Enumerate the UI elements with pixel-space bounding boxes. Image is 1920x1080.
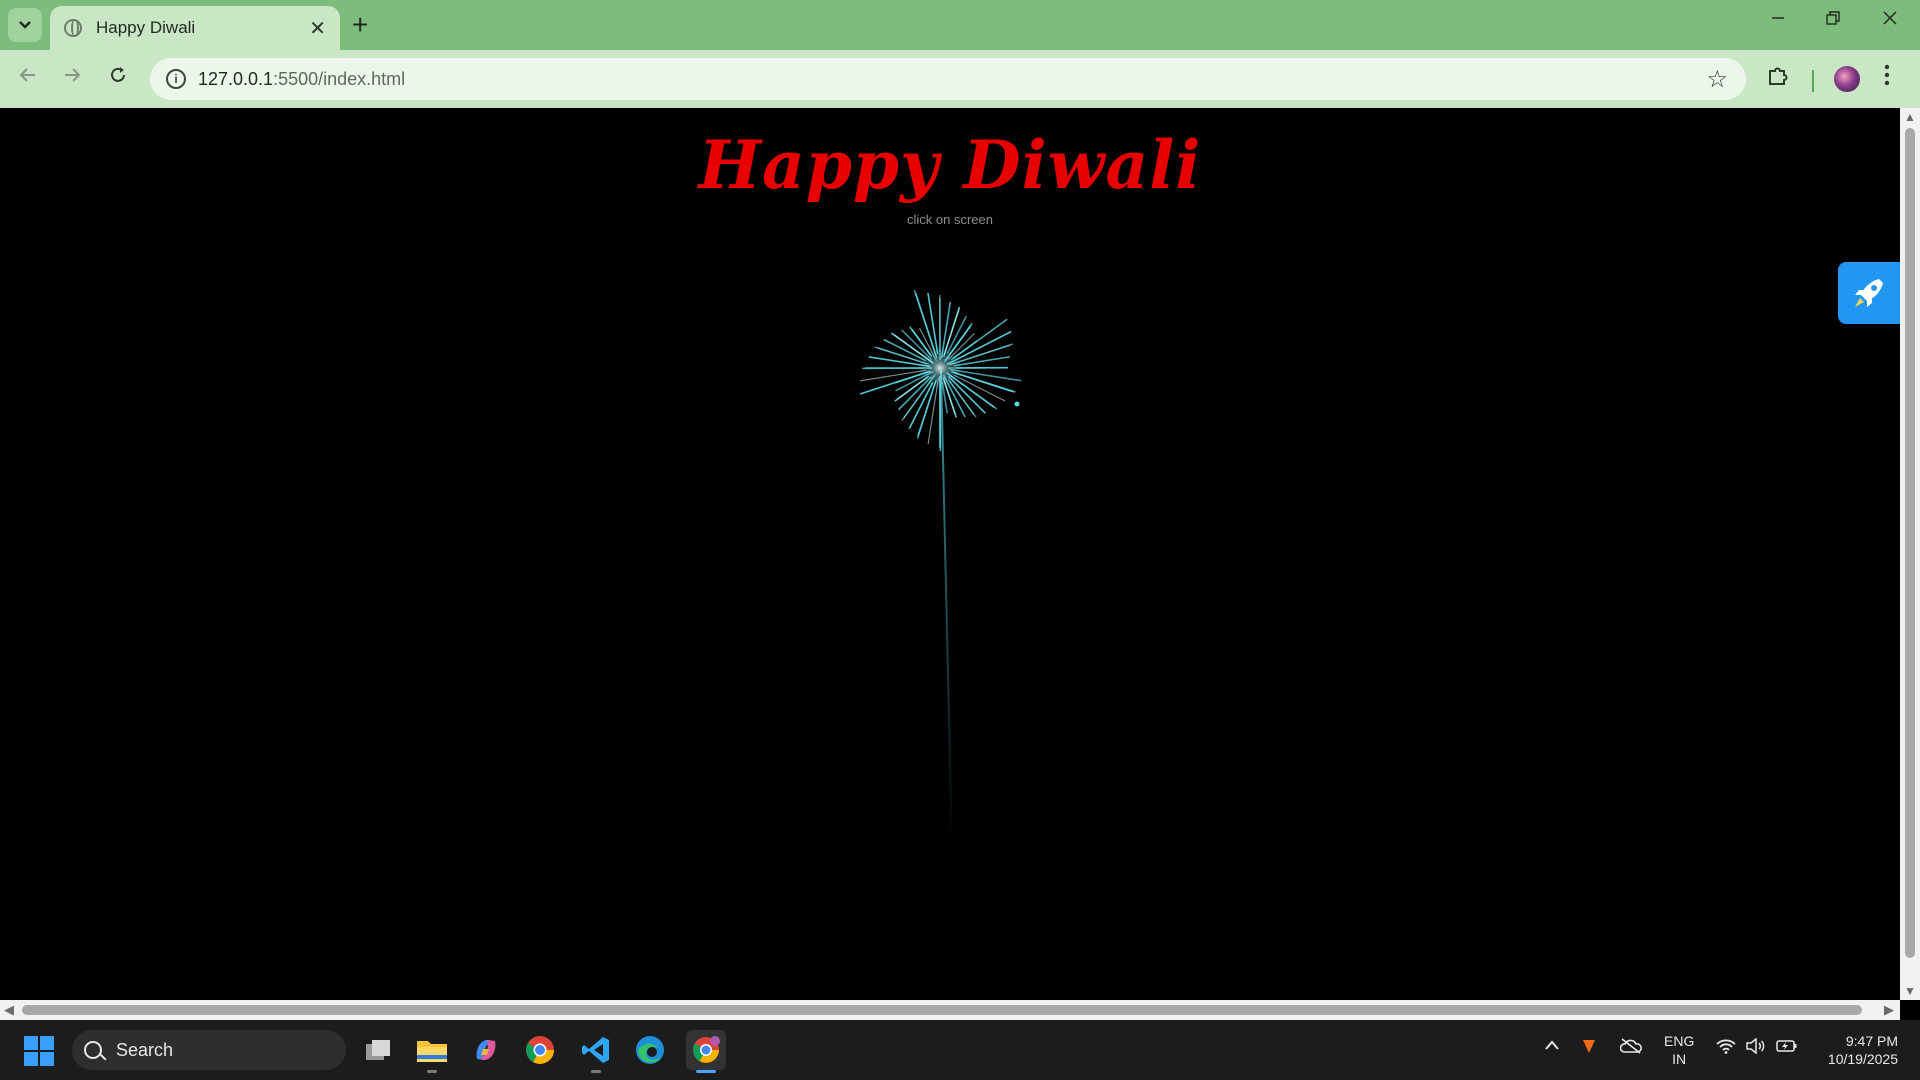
wifi-icon (1716, 1039, 1736, 1054)
brave-tray-icon (1583, 1040, 1595, 1053)
forward-arrow-icon (65, 68, 81, 82)
vertical-scrollbar[interactable]: ▲ ▼ (1900, 108, 1920, 1000)
onedrive-button[interactable] (1619, 1038, 1642, 1059)
battery-charging-icon (1776, 1040, 1797, 1052)
firework-trail (940, 369, 953, 849)
battery-button[interactable] (1776, 1038, 1798, 1059)
reload-button[interactable] (102, 64, 134, 92)
menu-button[interactable] (1884, 64, 1890, 93)
region-code: IN (1672, 1051, 1687, 1067)
firework-spark (917, 381, 937, 436)
globe-icon (64, 19, 82, 37)
page-canvas[interactable]: Happy Diwali click on screen (0, 108, 1900, 1000)
explorer-running-indicator (427, 1070, 437, 1073)
task-view-icon (366, 1040, 390, 1060)
profile-avatar[interactable] (1834, 66, 1860, 92)
windows-taskbar: Search ENG IN 9:47 PM 10/19/2025 (0, 1020, 1920, 1080)
vscode-running-indicator (591, 1070, 601, 1073)
firework-spark (1014, 401, 1020, 407)
search-icon (84, 1041, 102, 1059)
taskbar-search-label: Search (116, 1039, 174, 1060)
close-tab-button[interactable]: ✕ (309, 16, 326, 41)
chrome-icon (526, 1036, 554, 1064)
page-heading: Happy Diwali (698, 126, 1202, 204)
scroll-down-arrow-icon[interactable]: ▼ (1904, 984, 1916, 998)
chevron-up-icon (1545, 1040, 1559, 1050)
tab-title: Happy Diwali (96, 18, 196, 37)
edge-button[interactable] (630, 1030, 670, 1070)
toolbar-divider (1812, 70, 1814, 92)
chrome-taskbar-button[interactable] (520, 1030, 560, 1070)
task-view-button[interactable] (358, 1030, 398, 1070)
browser-titlebar: Happy Diwali ✕ + (0, 0, 1920, 50)
minimize-button[interactable] (1750, 8, 1806, 31)
browser-tab[interactable]: Happy Diwali ✕ (50, 6, 340, 50)
extensions-button[interactable] (1766, 64, 1790, 95)
browser-toolbar: i 127.0.0.1:5500/index.html ☆ (0, 50, 1920, 108)
clock-time: 9:47 PM (1845, 1033, 1898, 1049)
cloud-offline-icon (1619, 1038, 1642, 1054)
back-button[interactable] (12, 64, 44, 92)
scroll-up-arrow-icon[interactable]: ▲ (1904, 110, 1916, 124)
chrome-profile-icon (693, 1036, 720, 1063)
restore-icon (1826, 11, 1840, 25)
horizontal-scroll-thumb[interactable] (22, 1005, 1862, 1015)
copilot-icon (476, 1039, 496, 1061)
info-icon[interactable]: i (166, 69, 186, 89)
volume-button[interactable] (1746, 1037, 1766, 1059)
network-button[interactable] (1716, 1038, 1736, 1059)
forward-button[interactable] (56, 64, 88, 92)
click-hint: click on screen (907, 212, 993, 227)
back-arrow-icon (19, 68, 35, 82)
vscode-icon (582, 1037, 609, 1063)
tray-app-button[interactable] (1582, 1038, 1596, 1059)
scroll-right-arrow-icon[interactable]: ▶ (1884, 1002, 1894, 1018)
scroll-left-arrow-icon[interactable]: ◀ (4, 1002, 14, 1018)
url-host: 127.0.0.1 (198, 68, 274, 89)
windows-logo-icon (24, 1036, 38, 1050)
tab-search-button[interactable] (8, 8, 42, 42)
horizontal-scrollbar[interactable]: ◀ ▶ (0, 1000, 1900, 1020)
taskbar-search[interactable]: Search (72, 1030, 346, 1070)
speaker-icon (1746, 1037, 1765, 1055)
clock-date: 10/19/2025 (1827, 1051, 1898, 1067)
edge-icon (636, 1036, 664, 1064)
copilot-button[interactable] (466, 1030, 506, 1070)
firework-core (918, 346, 962, 390)
chrome-active-indicator (696, 1070, 716, 1073)
input-language-indicator[interactable]: ENG IN (1664, 1032, 1694, 1068)
chrome-active-window-button[interactable] (686, 1030, 726, 1070)
close-icon (1883, 11, 1897, 25)
kebab-menu-icon (1884, 64, 1890, 86)
address-bar[interactable]: i 127.0.0.1:5500/index.html ☆ (150, 58, 1746, 100)
vscode-button[interactable] (576, 1030, 616, 1070)
close-window-button[interactable] (1862, 8, 1918, 31)
chevron-down-icon (19, 21, 31, 29)
system-clock[interactable]: 9:47 PM 10/19/2025 (1812, 1032, 1898, 1068)
bookmark-star-icon[interactable]: ☆ (1706, 65, 1728, 94)
rocket-icon (1855, 279, 1883, 307)
show-hidden-icons-button[interactable] (1544, 1038, 1560, 1056)
start-button[interactable] (24, 1036, 54, 1066)
puzzle-icon (1769, 67, 1788, 85)
url-path: :5500/index.html (273, 68, 406, 89)
restore-button[interactable] (1805, 8, 1861, 31)
vertical-scroll-thumb[interactable] (1905, 128, 1915, 958)
rocket-extension-button[interactable] (1838, 262, 1900, 324)
folder-icon (417, 1041, 447, 1062)
language-code: ENG (1664, 1033, 1695, 1049)
new-tab-button[interactable]: + (352, 10, 368, 40)
reload-icon (111, 67, 125, 82)
firework-canvas (859, 289, 1022, 849)
minimize-icon (1772, 17, 1784, 19)
file-explorer-button[interactable] (412, 1030, 452, 1070)
